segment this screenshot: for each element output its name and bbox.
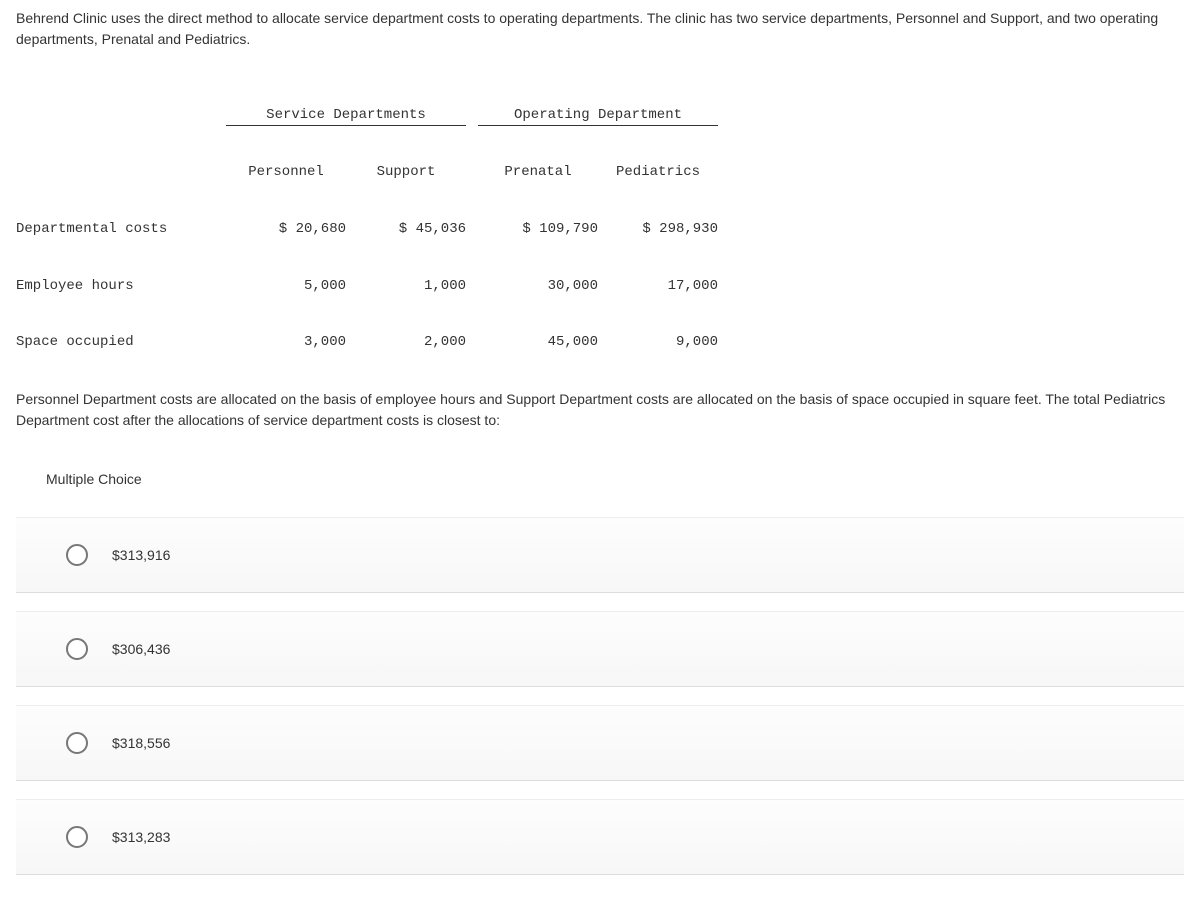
radio-icon [66,544,88,566]
radio-icon [66,638,88,660]
cell-value: $ 45,036 [346,220,466,239]
row-label: Space occupied [16,333,226,352]
data-table: Service Departments Operating Department… [16,68,1184,371]
multiple-choice-label: Multiple Choice [46,471,1184,487]
cell-value: 30,000 [478,277,598,296]
question-intro-text: Behrend Clinic uses the direct method to… [16,8,1184,50]
cell-value: $ 109,790 [478,220,598,239]
col-header-personnel: Personnel [226,163,346,182]
row-label: Departmental costs [16,220,226,239]
radio-icon [66,826,88,848]
choice-text: $313,916 [112,547,170,563]
choice-option[interactable]: $318,556 [16,705,1184,781]
cell-value: 2,000 [346,333,466,352]
choice-option[interactable]: $306,436 [16,611,1184,687]
row-label: Employee hours [16,277,226,296]
choice-option[interactable]: $313,283 [16,799,1184,875]
header-service-departments: Service Departments [226,106,466,126]
cell-value: 45,000 [478,333,598,352]
header-operating-department: Operating Department [478,106,718,126]
col-header-prenatal: Prenatal [478,163,598,182]
radio-icon [66,732,88,754]
choice-text: $313,283 [112,829,170,845]
col-header-support: Support [346,163,466,182]
choice-text: $318,556 [112,735,170,751]
cell-value: 9,000 [598,333,718,352]
cell-value: $ 298,930 [598,220,718,239]
cell-value: 5,000 [226,277,346,296]
table-row: Space occupied 3,000 2,000 45,000 9,000 [16,333,1184,352]
question-body-text: Personnel Department costs are allocated… [16,389,1184,431]
choice-text: $306,436 [112,641,170,657]
col-header-pediatrics: Pediatrics [598,163,718,182]
cell-value: $ 20,680 [226,220,346,239]
cell-value: 3,000 [226,333,346,352]
table-row: Departmental costs $ 20,680 $ 45,036 $ 1… [16,220,1184,239]
cell-value: 1,000 [346,277,466,296]
table-row: Employee hours 5,000 1,000 30,000 17,000 [16,277,1184,296]
cell-value: 17,000 [598,277,718,296]
choice-option[interactable]: $313,916 [16,517,1184,593]
